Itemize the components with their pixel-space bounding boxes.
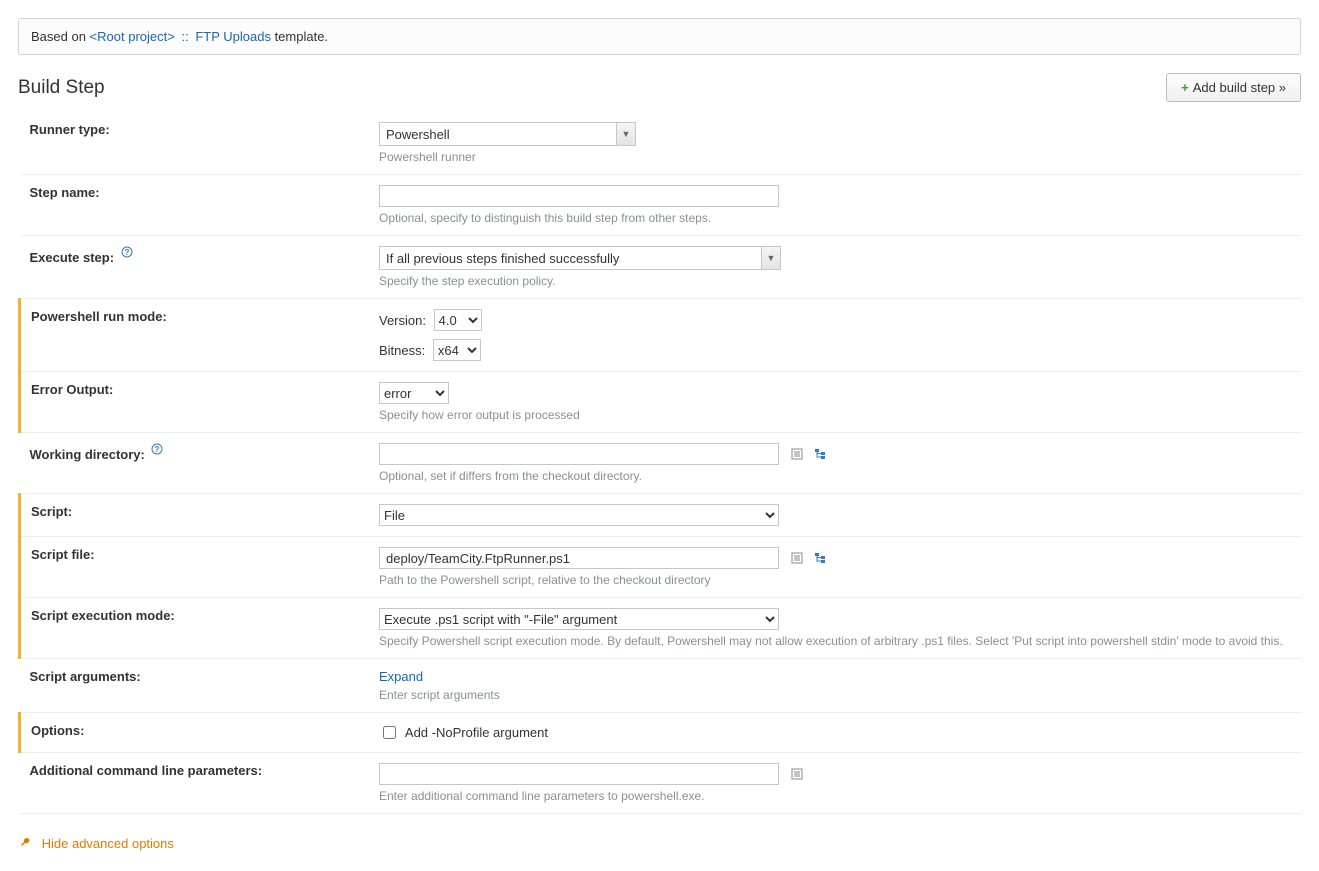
script-exec-mode-select[interactable]: Execute .ps1 script with "-File" argumen… (379, 608, 779, 630)
additional-params-input[interactable] (379, 763, 779, 785)
script-label: Script: (20, 494, 380, 537)
script-file-input[interactable] (379, 547, 779, 569)
wrench-icon (20, 836, 36, 851)
additional-params-hint: Enter additional command line parameters… (379, 789, 1293, 803)
template-based-on-note: Based on <Root project> :: FTP Uploads t… (18, 18, 1301, 55)
options-label: Options: (20, 713, 380, 753)
add-build-step-button[interactable]: + Add build step » (1166, 73, 1301, 102)
plus-icon: + (1181, 80, 1189, 95)
add-build-step-label: Add build step » (1193, 80, 1286, 95)
script-args-label: Script arguments: (20, 659, 380, 713)
chevron-down-icon: ▼ (616, 123, 635, 145)
script-exec-mode-label: Script execution mode: (20, 598, 380, 659)
additional-params-label: Additional command line parameters: (20, 753, 380, 814)
step-name-label: Step name: (20, 175, 380, 236)
help-icon[interactable]: ? (121, 246, 133, 258)
execute-step-value: If all previous steps finished successfu… (380, 251, 761, 266)
based-on-suffix: template. (271, 29, 328, 44)
hide-advanced-options-link[interactable]: Hide advanced options (18, 836, 1301, 851)
tree-icon[interactable] (814, 552, 826, 567)
list-icon[interactable] (791, 768, 803, 783)
script-file-hint: Path to the Powershell script, relative … (379, 573, 1293, 587)
template-link[interactable]: FTP Uploads (195, 29, 271, 44)
execute-step-label: Execute step: ? (20, 236, 380, 299)
execute-step-select[interactable]: If all previous steps finished successfu… (379, 246, 781, 270)
breadcrumb-separator: :: (178, 29, 191, 44)
script-file-label: Script file: (20, 537, 380, 598)
runner-type-hint: Powershell runner (379, 150, 1293, 164)
root-project-link[interactable]: <Root project> (90, 29, 175, 44)
based-on-prefix: Based on (31, 29, 90, 44)
step-name-input[interactable] (379, 185, 779, 207)
bitness-label: Bitness: (379, 343, 425, 358)
execute-step-hint: Specify the step execution policy. (379, 274, 1293, 288)
no-profile-label: Add -NoProfile argument (405, 725, 548, 740)
working-dir-hint: Optional, set if differs from the checko… (379, 469, 1293, 483)
version-select[interactable]: 4.0 (434, 309, 482, 331)
ps-run-mode-label: Powershell run mode: (20, 299, 380, 372)
hide-advanced-label: Hide advanced options (42, 836, 174, 851)
script-args-hint: Enter script arguments (379, 688, 1293, 702)
step-name-hint: Optional, specify to distinguish this bu… (379, 211, 1293, 225)
svg-text:?: ? (124, 248, 129, 257)
runner-type-label: Runner type: (20, 112, 380, 175)
script-select[interactable]: File (379, 504, 779, 526)
runner-type-select[interactable]: Powershell ▼ (379, 122, 636, 146)
svg-text:?: ? (155, 445, 160, 454)
bitness-select[interactable]: x64 (433, 339, 481, 361)
expand-link[interactable]: Expand (379, 669, 423, 684)
working-dir-label: Working directory: ? (20, 433, 380, 494)
version-label: Version: (379, 313, 426, 328)
error-output-label: Error Output: (20, 372, 380, 433)
error-output-hint: Specify how error output is processed (379, 408, 1293, 422)
help-icon[interactable]: ? (151, 443, 163, 455)
no-profile-checkbox[interactable] (383, 726, 396, 739)
list-icon[interactable] (791, 552, 803, 567)
working-dir-input[interactable] (379, 443, 779, 465)
error-output-select[interactable]: error (379, 382, 449, 404)
tree-icon[interactable] (814, 448, 826, 463)
runner-type-value: Powershell (380, 127, 616, 142)
page-title: Build Step (18, 77, 105, 99)
script-exec-mode-hint: Specify Powershell script execution mode… (379, 634, 1293, 648)
list-icon[interactable] (791, 448, 803, 463)
chevron-down-icon: ▼ (761, 247, 780, 269)
